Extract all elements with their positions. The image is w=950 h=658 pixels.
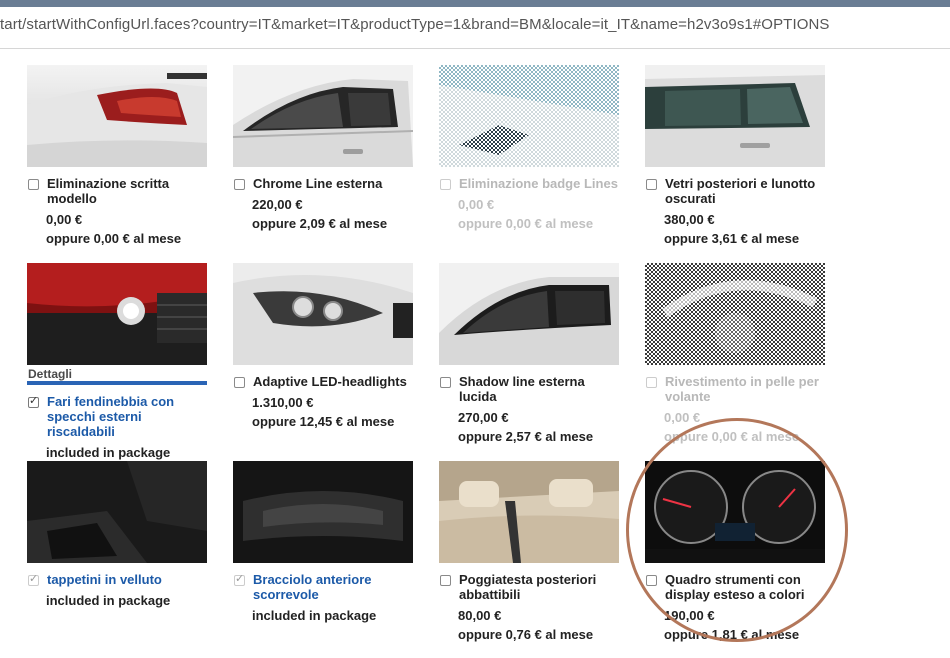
- option-title[interactable]: Vetri posteriori e lunotto oscurati: [665, 176, 825, 206]
- browser-chrome: [0, 0, 950, 7]
- option-monthly-price: oppure 3,61 € al mese: [664, 231, 800, 246]
- option-monthly-price: oppure 0,00 € al mese: [46, 231, 182, 246]
- option-monthly-price: oppure 12,45 € al mese: [252, 414, 395, 429]
- option-checkbox[interactable]: [440, 575, 451, 586]
- option-checkbox[interactable]: [234, 179, 245, 190]
- option-title[interactable]: Chrome Line esterna: [253, 176, 382, 191]
- option-checkbox[interactable]: [646, 575, 657, 586]
- option-package-status: included in package: [252, 608, 377, 623]
- steering-wheel-image: [645, 263, 825, 365]
- fog-light-image[interactable]: [27, 263, 207, 365]
- option-title: Eliminazione badge Lines: [459, 176, 618, 191]
- badge-image: [439, 65, 619, 167]
- option-checkbox[interactable]: [234, 377, 245, 388]
- option-package-status: included in package: [46, 593, 171, 608]
- option-title[interactable]: Bracciolo anteriore scorrevole: [253, 572, 413, 602]
- option-card: Eliminazione badge Lines 0,00 € oppure 0…: [439, 65, 619, 231]
- option-title[interactable]: Adaptive LED-headlights: [253, 374, 407, 389]
- option-checkbox[interactable]: [28, 179, 39, 190]
- option-title: Rivestimento in pelle per volante: [665, 374, 819, 404]
- option-title[interactable]: tappetini in velluto: [47, 572, 162, 587]
- option-title[interactable]: Eliminazione scritta modello: [47, 176, 207, 206]
- option-price: 270,00 €: [458, 410, 509, 425]
- instrument-cluster-image[interactable]: [645, 461, 825, 563]
- option-title[interactable]: Fari fendinebbia con specchi esterni ris…: [47, 394, 207, 439]
- option-checkbox[interactable]: [440, 377, 451, 388]
- option-checkbox[interactable]: [28, 394, 39, 408]
- option-checkbox: [646, 377, 657, 388]
- armrest-image[interactable]: [233, 461, 413, 563]
- led-headlight-image[interactable]: [233, 263, 413, 365]
- car-rear-image[interactable]: [27, 65, 207, 167]
- option-checkbox: [28, 572, 39, 586]
- option-price: 190,00 €: [664, 608, 715, 623]
- option-title[interactable]: Quadro strumenti con display esteso a co…: [665, 572, 825, 602]
- floor-mats-image[interactable]: [27, 461, 207, 563]
- option-monthly-price: oppure 2,09 € al mese: [252, 216, 388, 231]
- option-monthly-price: oppure 2,57 € al mese: [458, 429, 594, 444]
- tinted-windows-image[interactable]: [645, 65, 825, 167]
- shadow-line-image[interactable]: [439, 263, 619, 365]
- option-title[interactable]: Shadow line esterna lucida: [459, 374, 619, 404]
- details-label[interactable]: Dettagli: [28, 367, 72, 381]
- selected-indicator: [27, 381, 207, 385]
- option-card[interactable]: Quadro strumenti con display esteso a co…: [645, 461, 825, 642]
- option-card: Rivestimento in pelle per volante 0,00 €…: [645, 263, 825, 444]
- option-price: 380,00 €: [664, 212, 715, 227]
- option-monthly-price: oppure 0,00 € al mese: [664, 429, 800, 444]
- option-card[interactable]: Poggiatesta posteriori abbattibili 80,00…: [439, 461, 619, 642]
- headrest-image[interactable]: [439, 461, 619, 563]
- option-checkbox: [234, 572, 245, 586]
- address-url[interactable]: tart/startWithConfigUrl.faces?country=IT…: [0, 16, 830, 33]
- option-package-status: included in package: [46, 445, 171, 460]
- option-monthly-price: oppure 1,81 € al mese: [664, 627, 800, 642]
- option-price: 0,00 €: [458, 197, 495, 212]
- option-card[interactable]: Dettagli Fari fendinebbia con specchi es…: [27, 263, 207, 460]
- option-card[interactable]: tappetini in velluto included in package: [27, 461, 207, 608]
- option-title[interactable]: Poggiatesta posteriori abbattibili: [459, 572, 619, 602]
- option-price: 80,00 €: [458, 608, 502, 623]
- option-monthly-price: oppure 0,00 € al mese: [458, 216, 594, 231]
- option-card[interactable]: Eliminazione scritta modello 0,00 € oppu…: [27, 65, 207, 246]
- option-price: 220,00 €: [252, 197, 303, 212]
- option-monthly-price: oppure 0,76 € al mese: [458, 627, 594, 642]
- option-checkbox: [440, 179, 451, 190]
- option-checkbox[interactable]: [646, 179, 657, 190]
- option-price: 0,00 €: [664, 410, 701, 425]
- option-card[interactable]: Chrome Line esterna 220,00 € oppure 2,09…: [233, 65, 413, 231]
- option-card[interactable]: Vetri posteriori e lunotto oscurati 380,…: [645, 65, 825, 246]
- car-window-chrome-image[interactable]: [233, 65, 413, 167]
- option-price: 0,00 €: [46, 212, 83, 227]
- option-card[interactable]: Adaptive LED-headlights 1.310,00 € oppur…: [233, 263, 413, 429]
- option-price: 1.310,00 €: [252, 395, 314, 410]
- address-bar[interactable]: tart/startWithConfigUrl.faces?country=IT…: [0, 0, 950, 49]
- option-card[interactable]: Shadow line esterna lucida 270,00 € oppu…: [439, 263, 619, 444]
- option-card[interactable]: Bracciolo anteriore scorrevole included …: [233, 461, 413, 623]
